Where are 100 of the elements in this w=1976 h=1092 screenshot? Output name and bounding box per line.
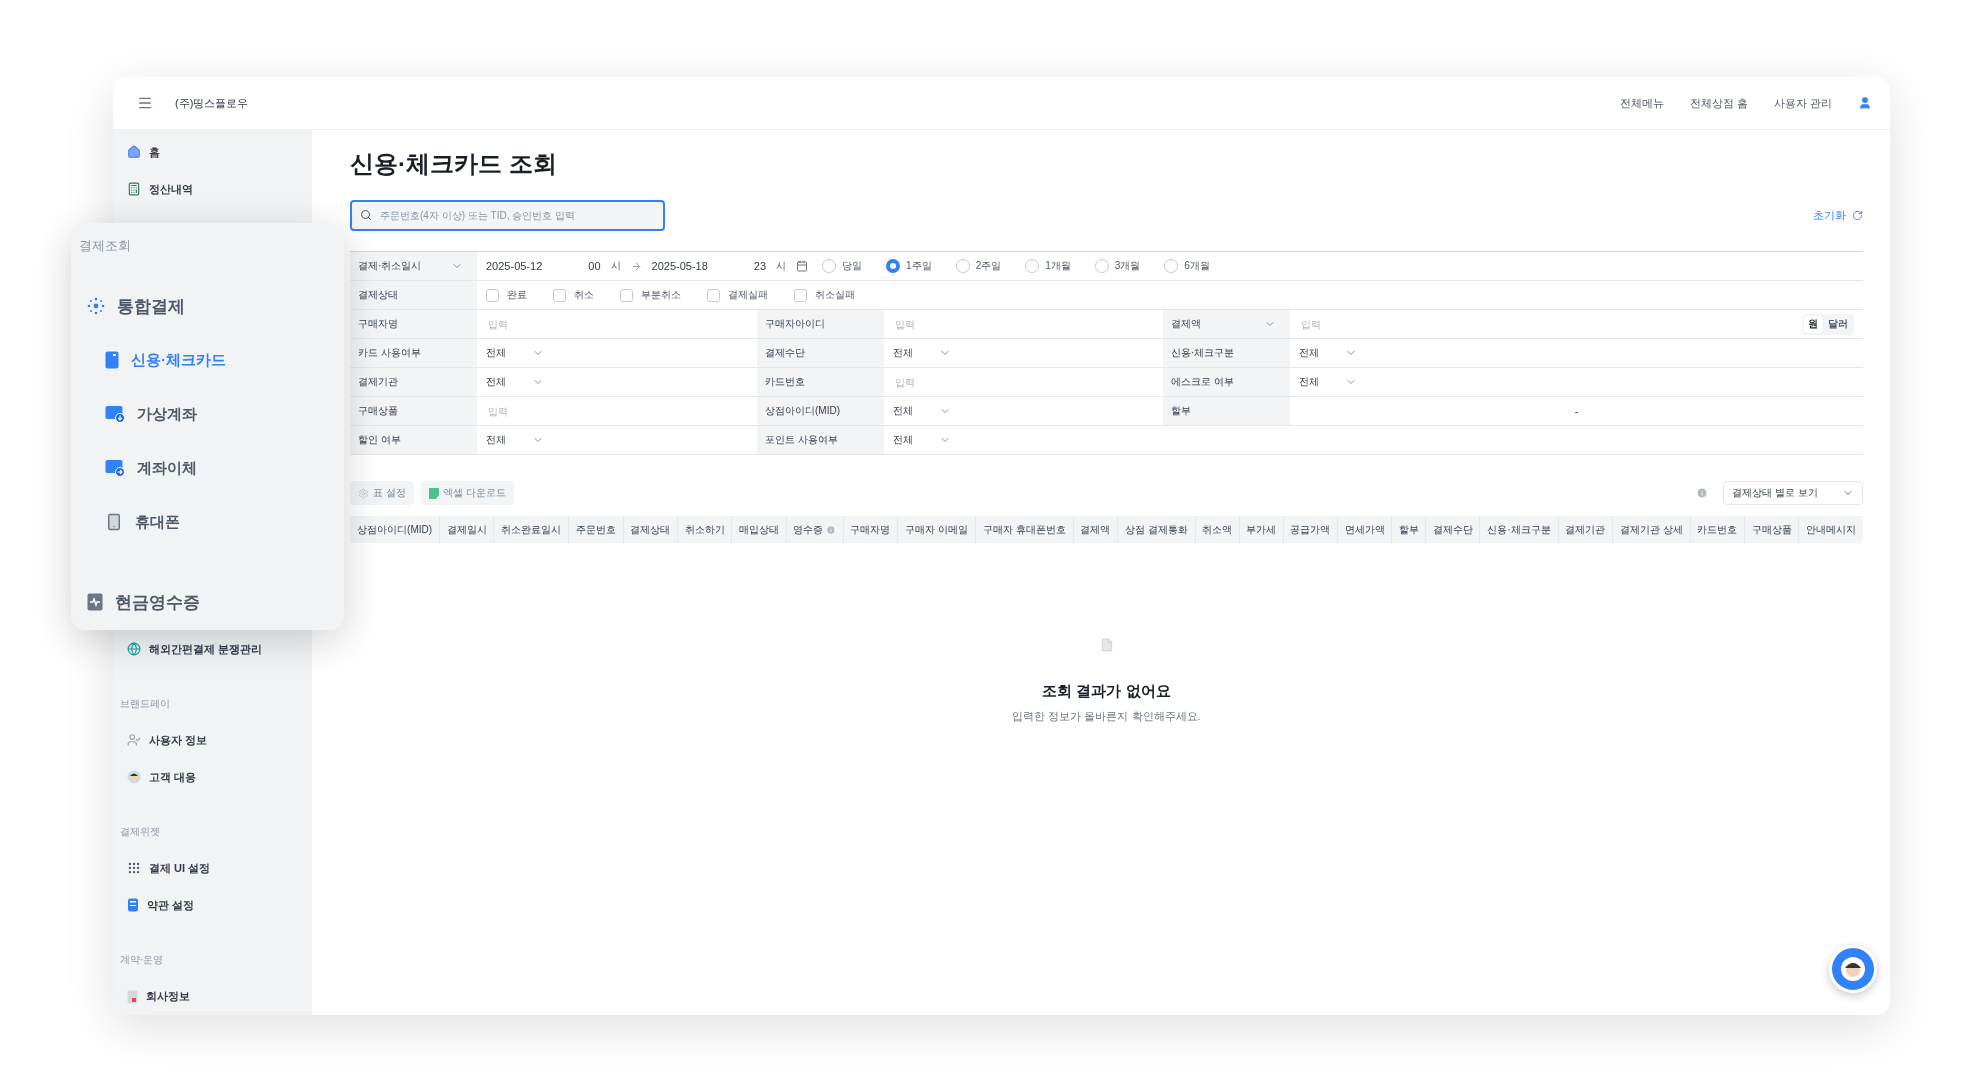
filter-label-dropdown[interactable]: 결제·취소일시 (350, 252, 477, 280)
currency-option[interactable]: 달러 (1824, 315, 1852, 333)
select-field[interactable]: 전체 (1299, 346, 1357, 360)
start-hour[interactable]: 00 (588, 260, 601, 272)
menu-icon[interactable] (137, 95, 153, 111)
menu-item[interactable]: 휴대폰 (79, 495, 344, 549)
gear-icon (358, 487, 369, 499)
home-icon (127, 145, 141, 160)
column-header[interactable]: 할부 (1391, 516, 1426, 543)
status-checkbox[interactable]: 취소실패 (794, 288, 855, 302)
sidebar-item[interactable]: 홈 (127, 134, 312, 171)
sidebar-item[interactable]: 사용자 정보 (127, 721, 312, 759)
menu-item[interactable]: 현금영수증 (79, 575, 344, 629)
user-icon (127, 733, 141, 748)
filter-label: 에스크로 여부 (1163, 368, 1290, 396)
select-field[interactable]: 전체 (486, 433, 544, 447)
status-checkbox[interactable]: 결제실패 (707, 288, 768, 302)
select-field[interactable]: 전체 (486, 346, 544, 360)
refresh-icon (1852, 210, 1863, 221)
menu-item[interactable]: 통합결제 (79, 279, 344, 333)
period-radio[interactable]: 1개월 (1025, 259, 1071, 273)
column-header[interactable]: 안내메시지 (1798, 516, 1863, 543)
column-header[interactable]: 결제일시 (439, 516, 494, 543)
column-header[interactable]: 구매자 이메일 (897, 516, 976, 543)
filter-label: 할부 (1163, 397, 1290, 425)
view-select[interactable]: 결제상태 별로 보기 (1723, 481, 1863, 505)
column-header[interactable]: 상점 결제통화 (1117, 516, 1196, 543)
select-field[interactable]: 전체 (1299, 375, 1357, 389)
reset-link[interactable]: 초기화 (1813, 208, 1863, 223)
input-field[interactable]: 입력 (1299, 317, 1449, 331)
column-header[interactable]: 주문번호 (568, 516, 624, 543)
person-icon (1840, 956, 1866, 982)
period-radio[interactable]: 2주일 (955, 259, 1002, 273)
header-link[interactable]: 전체메뉴 (1619, 95, 1664, 111)
sidebar-item[interactable]: 결제 UI 설정 (127, 850, 312, 887)
column-header[interactable]: 부가세 (1239, 516, 1284, 543)
select-field[interactable]: 전체 (486, 375, 544, 389)
sidebar-item[interactable]: 고객 대응 (127, 758, 312, 796)
column-header[interactable]: 결제수단 (1425, 516, 1480, 543)
status-checkbox[interactable]: 완료 (486, 288, 527, 302)
hour-unit: 시 (610, 259, 621, 273)
input-field[interactable]: 입력 (893, 375, 1043, 389)
end-date[interactable]: 2025-05-18 (651, 260, 708, 272)
end-hour[interactable]: 23 (753, 260, 767, 272)
period-radio[interactable]: 1주일 (886, 259, 932, 273)
column-header[interactable]: 결제기관 상세 (1612, 516, 1691, 543)
column-header[interactable]: 취소하기 (677, 516, 732, 543)
period-radio[interactable]: 6개월 (1164, 259, 1210, 273)
calculator-icon (127, 182, 141, 197)
currency-option[interactable]: 원 (1804, 315, 1822, 333)
column-header[interactable]: 상점아이디(MID) (350, 516, 440, 543)
filter-label: 카드 사용여부 (350, 339, 477, 367)
sidebar-item[interactable]: 해외간편결제 분쟁관리 (127, 630, 312, 668)
grid-icon (127, 861, 141, 876)
column-header[interactable]: 구매상품 (1744, 516, 1799, 543)
menu-item[interactable]: 가상계좌 (79, 387, 344, 441)
column-header[interactable]: 공급가액 (1283, 516, 1338, 543)
column-header[interactable]: 면세가액 (1337, 516, 1392, 543)
status-checkbox[interactable]: 취소 (553, 288, 594, 302)
header-link[interactable]: 전체상점 홈 (1689, 95, 1748, 111)
select-field[interactable]: 전체 (893, 404, 951, 418)
column-header[interactable]: 매입상태 (731, 516, 787, 543)
status-checkbox[interactable]: 부분취소 (620, 288, 681, 302)
column-header[interactable]: 구매자 휴대폰번호 (975, 516, 1074, 543)
column-header[interactable]: 신용·체크구분 (1479, 516, 1559, 543)
input-field[interactable]: 입력 (486, 404, 636, 418)
search-field[interactable]: 주문번호(4자 이상) 또는 TID, 승인번호 입력 (350, 200, 665, 231)
period-radio[interactable]: 3개월 (1094, 259, 1141, 273)
column-header[interactable]: 취소완료일시 (494, 516, 569, 543)
column-header[interactable]: 결제기관 (1558, 516, 1613, 543)
sidebar-item[interactable]: 정산내역 (127, 170, 312, 208)
select-field[interactable]: 전체 (893, 346, 951, 360)
filter-label: 카드번호 (757, 368, 884, 396)
input-field[interactable]: 입력 (893, 317, 1043, 331)
select-field[interactable]: 전체 (893, 433, 951, 447)
column-header[interactable]: 카드번호 (1690, 516, 1745, 543)
calendar-icon[interactable] (796, 260, 809, 272)
menu-item[interactable]: 계좌이체 (79, 441, 344, 495)
column-header[interactable]: 취소액 (1195, 516, 1240, 543)
hour-unit: 시 (776, 259, 787, 273)
filter-label: 구매상품 (350, 397, 477, 425)
folder-download-icon (105, 405, 125, 423)
user-icon[interactable] (1858, 96, 1872, 110)
column-header[interactable]: 결제상태 (623, 516, 678, 543)
header-link[interactable]: 사용자 관리 (1773, 95, 1832, 111)
filter-label: 할인 여부 (350, 426, 477, 454)
empty-title: 조회 결과가 없어요 (1042, 682, 1171, 701)
period-radio[interactable]: 당일 (822, 259, 863, 273)
sidebar-section-title: 결제위젯 (120, 824, 161, 839)
column-header[interactable]: 구매자명 (843, 516, 898, 543)
filter-label: 결제상태 (350, 281, 477, 309)
sidebar-item[interactable]: 회사정보 (127, 978, 312, 1015)
column-header[interactable]: 결제액 (1073, 516, 1118, 543)
document-icon (127, 989, 138, 1004)
sidebar-item[interactable]: 약관 설정 (127, 886, 312, 924)
input-field[interactable]: 입력 (486, 317, 636, 331)
start-date[interactable]: 2025-05-12 (486, 260, 543, 272)
filter-label-dropdown[interactable]: 결제액 (1163, 310, 1290, 338)
column-header[interactable]: 영수증 (786, 516, 844, 543)
empty-message: 입력한 정보가 올바른지 확인해주세요. (1012, 709, 1201, 724)
